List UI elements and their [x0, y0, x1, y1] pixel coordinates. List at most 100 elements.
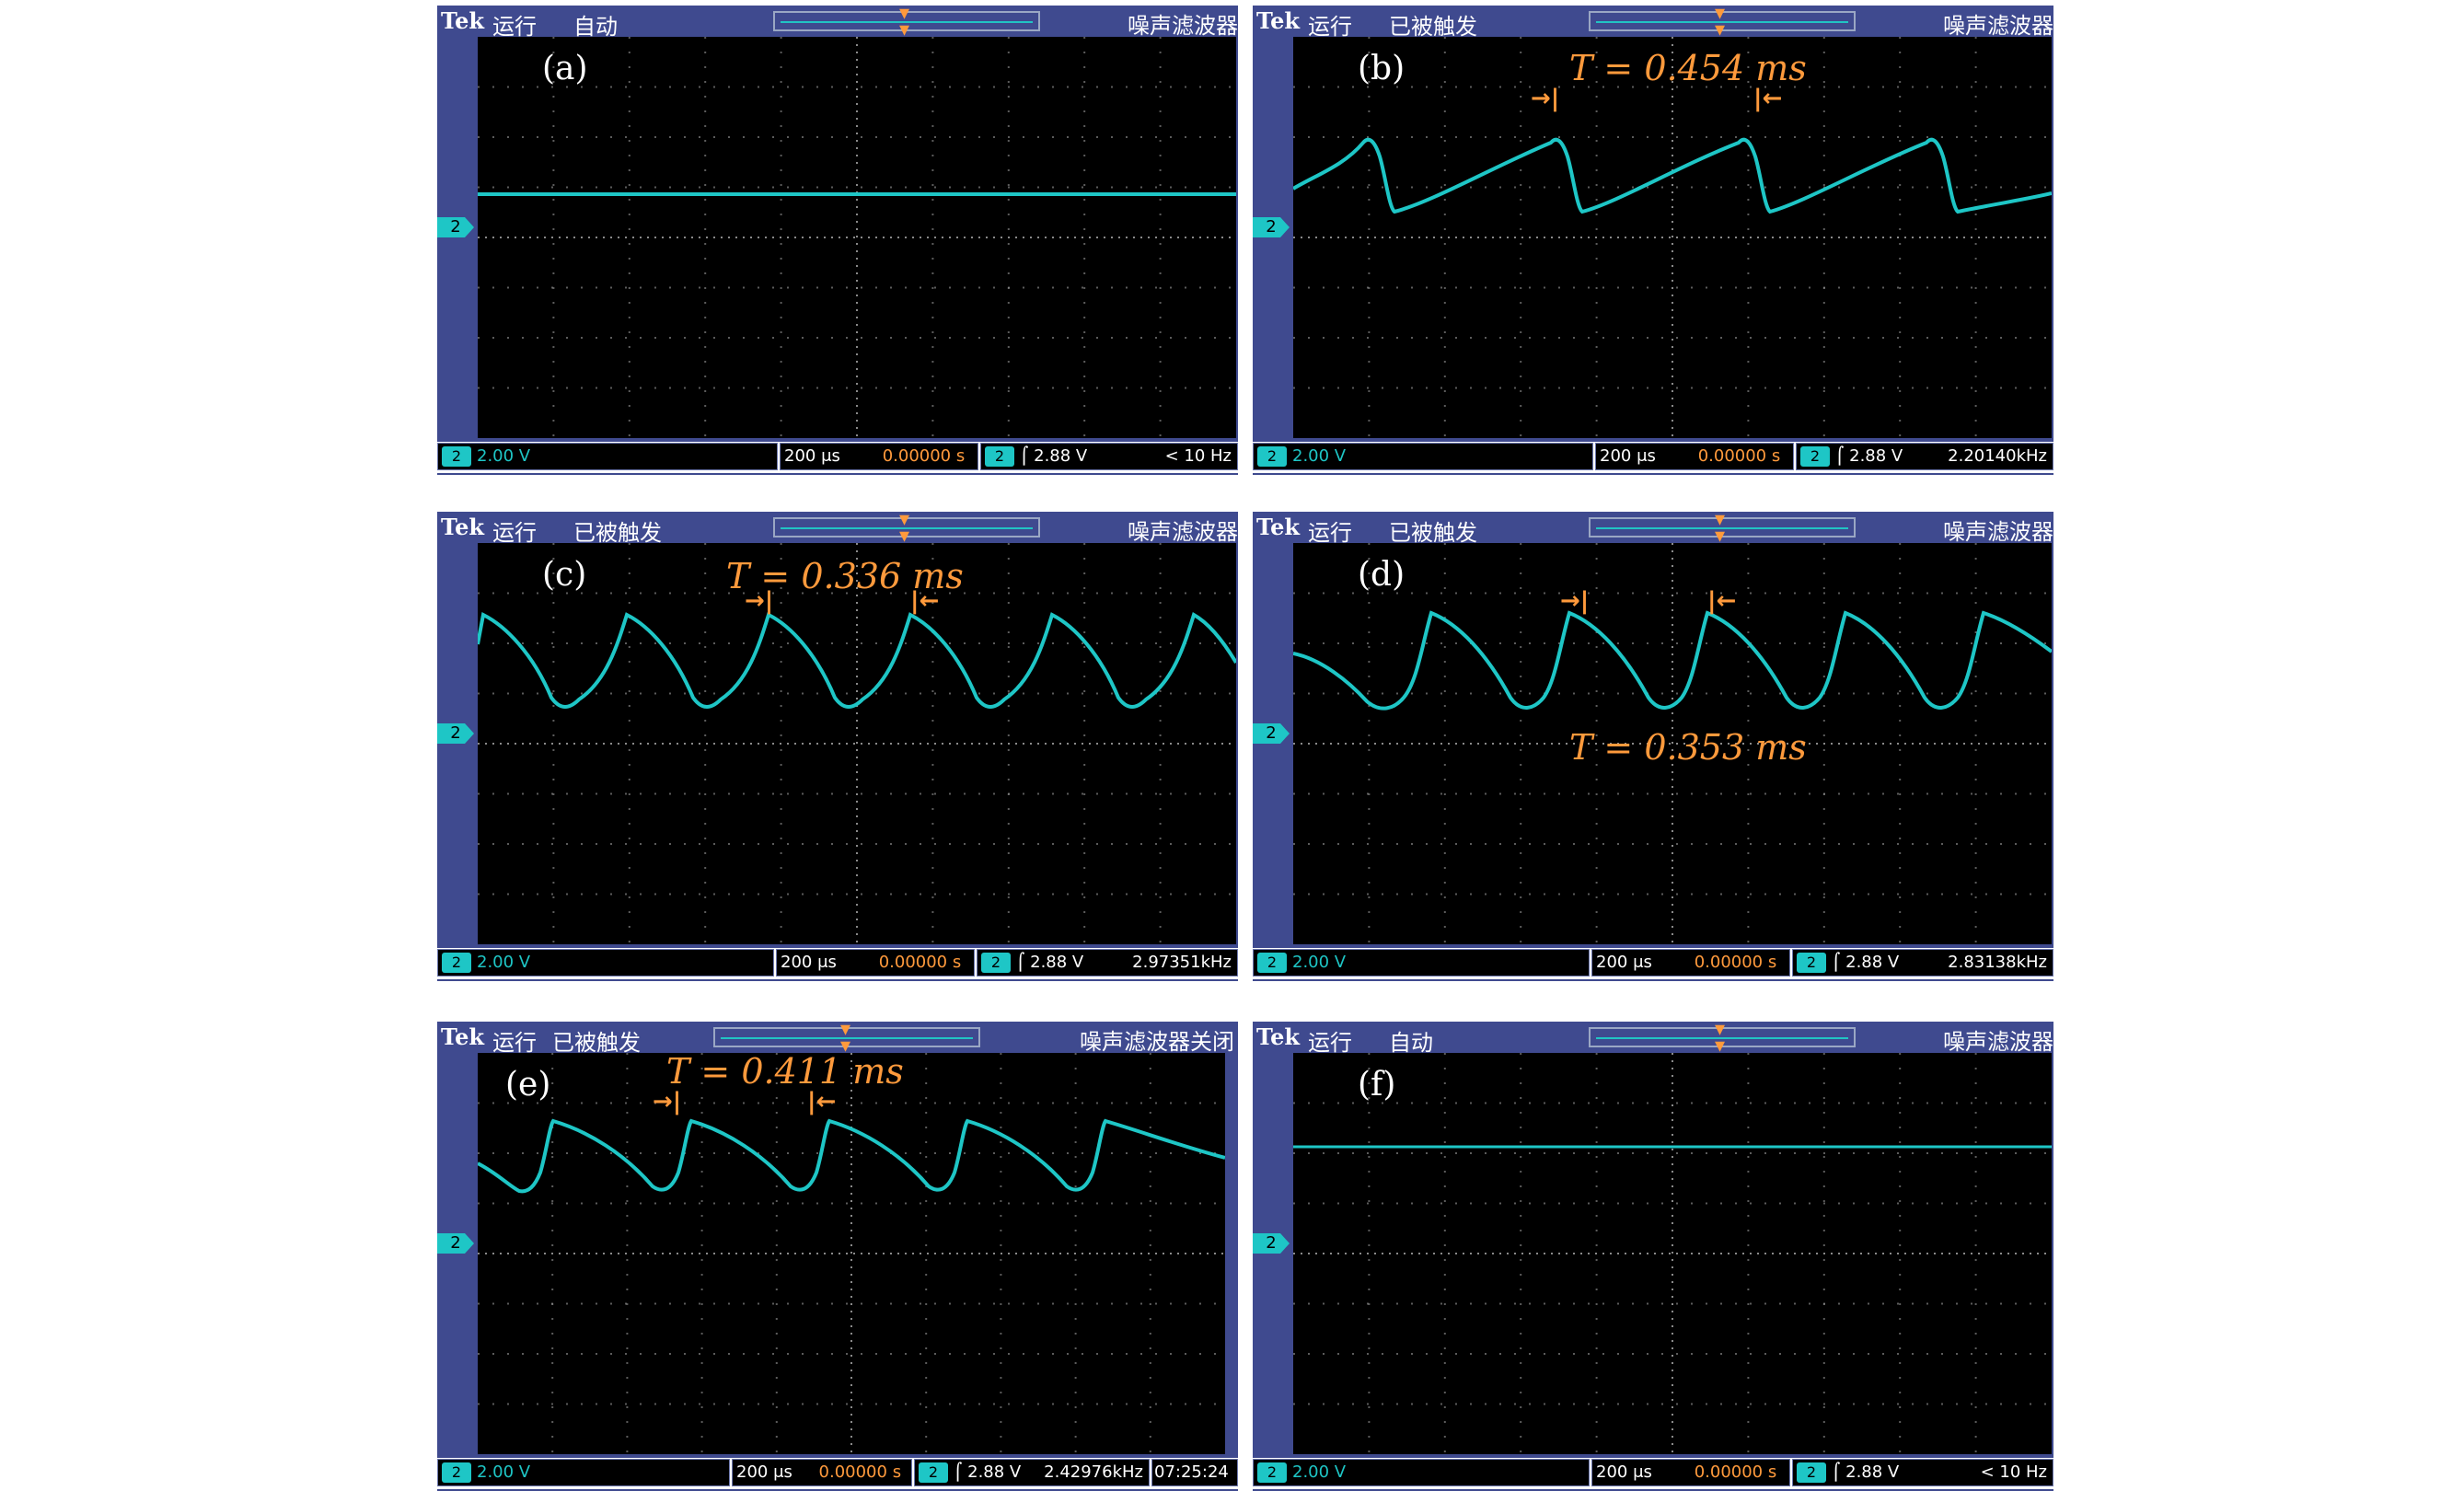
volts-per-div: 2 2.00 V: [437, 949, 774, 977]
trigger-mode: 自动: [573, 14, 618, 40]
frequency-readout: 2.97351kHz: [1132, 953, 1232, 972]
waveform-trace: [1293, 137, 2052, 214]
trigger-position-icon: ▾ ▾: [1715, 1018, 1726, 1058]
timebase-readout: 200 μs 0.00000 s: [732, 1459, 912, 1486]
scope-top-bar: Tek 运行 已被触发 ▾ ▾ 噪声滤波器: [437, 508, 1238, 548]
timebase-readout: 200 μs 0.00000 s: [776, 949, 975, 977]
volts-per-div: 2 2.00 V: [1253, 949, 1590, 977]
scope-panel-c: Tek 运行 已被触发 ▾ ▾ 噪声滤波器 2 (c) T = 0.336 ms …: [437, 508, 1238, 981]
period-end-arrow-icon: |←: [910, 587, 940, 615]
panel-label: (f): [1358, 1066, 1396, 1104]
scope-panel-b: Tek 运行 已被触发 ▾ ▾ 噪声滤波器 2 (b) T = 0.454 ms …: [1253, 4, 2053, 475]
tek-logo: Tek: [441, 7, 485, 34]
trigger-position-icon: ▾ ▾: [899, 508, 910, 548]
scope-panel-a: Tek 运行 自动 ▾ ▾ 噪声滤波器 2 (a) 2 2.00 V 200 μs …: [437, 2, 1238, 475]
timebase-readout: 200 μs 0.00000 s: [780, 443, 978, 470]
rising-edge-icon: ⌠: [1835, 446, 1845, 466]
graticule-grid: [1293, 1053, 2052, 1454]
scope-top-bar: Tek 运行 已被触发 ▾ ▾ 噪声滤波器: [1253, 4, 2053, 40]
clock-readout: 07:25:24: [1151, 1459, 1238, 1486]
waveform-graticule: [478, 1053, 1225, 1454]
rising-edge-icon: ⌠: [1016, 953, 1025, 972]
tek-logo: Tek: [1256, 7, 1301, 34]
trigger-mode: 自动: [1389, 1030, 1433, 1056]
noise-filter-label: 噪声滤波器: [1943, 1029, 2053, 1055]
period-start-arrow-icon: →|: [653, 1088, 682, 1115]
trigger-readout: 2 ⌠ 2.88 V 2.20140kHz: [1796, 443, 2053, 470]
frequency-readout: 2.83138kHz: [1948, 953, 2047, 972]
volts-per-div: 2 2.00 V: [437, 1459, 730, 1486]
volts-per-div: 2 2.00 V: [1253, 1459, 1590, 1486]
panel-label: (d): [1358, 556, 1406, 594]
trigger-readout: 2 ⌠ 2.88 V < 10 Hz: [980, 443, 1238, 470]
scope-status-bar: 2 2.00 V 200 μs 0.00000 s 2 ⌠ 2.88 V 2.2014…: [1253, 442, 2053, 473]
scope-screen: (c) T = 0.336 ms →| |←: [478, 543, 1236, 944]
timebase-readout: 200 μs 0.00000 s: [1595, 443, 1794, 470]
trigger-mode: 已被触发: [1389, 14, 1477, 40]
run-state: 运行: [1308, 520, 1352, 546]
timebase-readout: 200 μs 0.00000 s: [1591, 1459, 1790, 1486]
trigger-position-icon: ▾ ▾: [899, 2, 910, 41]
scope-screen: (a): [478, 37, 1236, 438]
tek-logo: Tek: [441, 514, 485, 540]
period-end-arrow-icon: |←: [807, 1088, 837, 1115]
period-annotation: T = 0.454 ms: [1569, 48, 1807, 88]
rising-edge-icon: ⌠: [1832, 953, 1841, 972]
rising-edge-icon: ⌠: [1832, 1462, 1841, 1482]
scope-status-bar: 2 2.00 V 200 μs 0.00000 s 2 ⌠ 2.88 V 2.9735…: [437, 948, 1238, 979]
trigger-mode: 已被触发: [1389, 520, 1477, 546]
channel-level-marker: 2: [437, 217, 474, 237]
noise-filter-label: 噪声滤波器关闭: [1080, 1029, 1234, 1055]
panel-label: (e): [505, 1066, 551, 1104]
waveform-graticule: [1293, 1053, 2052, 1454]
volts-per-div: 2 2.00 V: [1253, 443, 1593, 470]
trigger-readout: 2 ⌠ 2.88 V 2.97351kHz: [977, 949, 1238, 977]
waveform-graticule: [478, 543, 1236, 944]
scope-panel-d: Tek 运行 已被触发 ▾ ▾ 噪声滤波器 2 (d) T = 0.353 ms …: [1253, 508, 2053, 981]
scope-screen: (b) T = 0.454 ms →| |←: [1293, 37, 2052, 438]
waveform-graticule: [478, 37, 1236, 438]
panel-label: (c): [542, 556, 587, 594]
scope-status-bar: 2 2.00 V 200 μs 0.00000 s 2 ⌠ 2.88 V 2.8313…: [1253, 948, 2053, 979]
scope-top-bar: Tek 运行 已被触发 ▾ ▾ 噪声滤波器关闭: [437, 1020, 1238, 1057]
tek-logo: Tek: [441, 1023, 485, 1050]
frequency-readout: 2.42976kHz: [1044, 1462, 1143, 1482]
period-start-arrow-icon: →|: [1531, 85, 1560, 112]
graticule-grid: [1293, 37, 2052, 438]
rising-edge-icon: ⌠: [1020, 446, 1029, 466]
waveform-trace: [1293, 610, 2052, 711]
channel-level-marker: 2: [437, 1233, 474, 1254]
noise-filter-label: 噪声滤波器: [1943, 519, 2053, 545]
scope-screen: (d) T = 0.353 ms →| |←: [1293, 543, 2052, 944]
channel-level-marker: 2: [437, 723, 474, 744]
run-state: 运行: [492, 14, 537, 40]
rising-edge-icon: ⌠: [954, 1462, 963, 1482]
tek-logo: Tek: [1256, 1023, 1301, 1050]
channel-level-marker: 2: [1253, 217, 1290, 237]
noise-filter-label: 噪声滤波器: [1943, 13, 2053, 39]
run-state: 运行: [1308, 1030, 1352, 1056]
scope-status-bar: 2 2.00 V 200 μs 0.00000 s 2 ⌠ 2.88 V < 10 H…: [1253, 1458, 2053, 1489]
frequency-readout: < 10 Hz: [1980, 1462, 2047, 1482]
channel-level-marker: 2: [1253, 723, 1290, 744]
trigger-readout: 2 ⌠ 2.88 V 2.42976kHz: [914, 1459, 1150, 1486]
run-state: 运行: [1308, 14, 1352, 40]
scope-panel-e: Tek 运行 已被触发 ▾ ▾ 噪声滤波器关闭 2 (e) T = 0.411 m…: [437, 1020, 1238, 1491]
period-annotation: T = 0.353 ms: [1569, 727, 1807, 768]
panel-label: (a): [542, 50, 588, 87]
graticule-grid: [478, 543, 1236, 944]
noise-filter-label: 噪声滤波器: [1128, 13, 1238, 39]
frequency-readout: 2.20140kHz: [1948, 446, 2047, 466]
period-end-arrow-icon: |←: [1707, 587, 1737, 615]
scope-top-bar: Tek 运行 自动 ▾ ▾ 噪声滤波器: [437, 2, 1238, 41]
trigger-position-icon: ▾ ▾: [1715, 508, 1726, 548]
timebase-readout: 200 μs 0.00000 s: [1591, 949, 1790, 977]
channel-level-marker: 2: [1253, 1233, 1290, 1254]
period-annotation: T = 0.411 ms: [666, 1053, 904, 1092]
trigger-mode: 已被触发: [573, 520, 662, 546]
scope-status-bar: 2 2.00 V 200 μs 0.00000 s 2 ⌠ 2.88 V 2.4297…: [437, 1458, 1238, 1489]
channel-badge: 2: [442, 446, 471, 467]
tek-logo: Tek: [1256, 514, 1301, 540]
scope-top-bar: Tek 运行 已被触发 ▾ ▾ 噪声滤波器: [1253, 508, 2053, 548]
scope-screen: (f): [1293, 1053, 2052, 1454]
